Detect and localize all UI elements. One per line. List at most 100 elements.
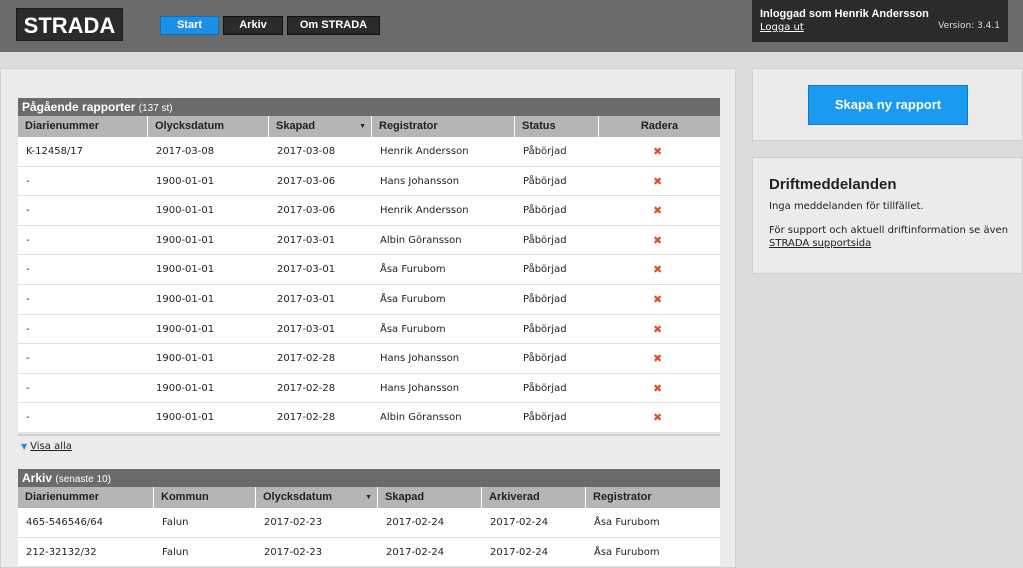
cell-registrator: Åsa Furubom: [380, 323, 446, 335]
delete-icon[interactable]: ✖: [653, 403, 662, 432]
main-panel: Pågående rapporter (137 st) Diarienummer…: [0, 68, 736, 568]
col-skapad-label: Skapad: [276, 120, 316, 132]
archive-col-olycksdatum-label: Olycksdatum: [263, 491, 333, 503]
cell-diarienummer: -: [26, 175, 30, 187]
cell-registrator: Albin Göransson: [380, 234, 462, 246]
delete-icon[interactable]: ✖: [653, 344, 662, 373]
table-row[interactable]: - 1900-01-01 2017-03-01 Åsa Furubom Påbörjad…: [18, 314, 720, 345]
cell-diarienummer: -: [26, 323, 30, 335]
strada-logo: STRADA: [16, 8, 123, 41]
col-olycksdatum[interactable]: Olycksdatum: [148, 116, 269, 137]
delete-icon[interactable]: ✖: [653, 374, 662, 403]
nav-om-strada[interactable]: Om STRADA: [287, 16, 380, 35]
archive-col-registrator[interactable]: Registrator: [586, 487, 720, 508]
nav-start[interactable]: Start: [160, 16, 219, 35]
archive-col-diarienummer[interactable]: Diarienummer: [18, 487, 154, 508]
archive-cell-kommun: Falun: [162, 546, 189, 558]
delete-icon[interactable]: ✖: [653, 315, 662, 344]
top-header: STRADA Start Arkiv Om STRADA Inloggad so…: [0, 0, 1023, 52]
cell-diarienummer: K-12458/17: [26, 146, 84, 157]
archive-title-text: Arkiv: [22, 471, 53, 485]
cell-status: Påbörjad: [523, 205, 567, 217]
table-row[interactable]: - 1900-01-01 2017-02-28 Hans Johansson Påbör…: [18, 344, 720, 374]
cell-registrator: Åsa Furubom: [380, 264, 446, 276]
table-row[interactable]: - 1900-01-01 2017-03-06 Hans Johansson Påbör…: [18, 166, 720, 197]
cell-skapad: 2017-03-01: [277, 323, 336, 335]
support-text: För support och aktuell driftinformation…: [769, 224, 1014, 250]
col-status[interactable]: Status: [515, 116, 599, 137]
table-row[interactable]: - 1900-01-01 2017-02-28 Hans Johansson Påbör…: [18, 373, 720, 404]
table-row[interactable]: - 1900-01-01 2017-03-01 Åsa Furubom Påbörjad…: [18, 284, 720, 315]
col-radera: Radera: [640, 120, 679, 132]
table-row[interactable]: - 1900-01-01 2017-03-01 Albin Göransson Påbö…: [18, 225, 720, 256]
cell-skapad: 2017-03-01: [277, 234, 336, 246]
archive-rows: 465-546546/64 Falun 2017-02-23 2017-02-24 20…: [18, 508, 720, 568]
archive-col-skapad[interactable]: Skapad: [378, 487, 482, 508]
archive-col-kommun[interactable]: Kommun: [154, 487, 256, 508]
delete-icon[interactable]: ✖: [653, 196, 662, 225]
table-row[interactable]: K-12458/17 2017-03-08 2017-03-08 Henrik And…: [18, 137, 720, 167]
cell-diarienummer: -: [26, 264, 30, 276]
cell-registrator: Hans Johansson: [380, 175, 460, 187]
cell-registrator: Henrik Andersson: [380, 205, 469, 217]
cell-olycksdatum: 1900-01-01: [156, 205, 215, 217]
cell-skapad: 2017-02-28: [277, 382, 336, 394]
archive-cell-olycksdatum: 2017-02-23: [264, 546, 323, 558]
delete-icon[interactable]: ✖: [653, 167, 662, 196]
archive-cell-olycksdatum: 2017-02-23: [264, 517, 323, 528]
archive-cell-arkiverad: 2017-02-24: [490, 517, 549, 528]
cell-skapad: 2017-03-01: [277, 264, 336, 276]
table-row[interactable]: - 1900-01-01 2017-02-28 Albin Göransson Påbö…: [18, 403, 720, 433]
cell-skapad: 2017-03-08: [277, 146, 336, 157]
table-row[interactable]: - 1900-01-01 2017-03-01 Åsa Furubom Påbörjad…: [18, 255, 720, 285]
archive-col-olycksdatum[interactable]: Olycksdatum ▼: [256, 487, 378, 508]
archive-cell-skapad: 2017-02-24: [386, 517, 445, 528]
create-report-panel: Skapa ny rapport: [752, 68, 1023, 141]
cell-diarienummer: -: [26, 205, 30, 217]
cell-status: Påbörjad: [523, 146, 567, 157]
cell-diarienummer: -: [26, 234, 30, 246]
archive-title: Arkiv (senaste 10): [18, 469, 720, 487]
archive-row[interactable]: 465-546546/64 Falun 2017-02-23 2017-02-24 20…: [18, 508, 720, 538]
archive-row[interactable]: 212-32132/32 Falun 2017-02-23 2017-02-24 201…: [18, 537, 720, 568]
archive-cell-registrator: Åsa Furubom: [594, 546, 660, 558]
version-label: Version: 3.4.1: [938, 21, 1000, 31]
ongoing-table-header: Diarienummer Olycksdatum Skapad ▼ Regist…: [18, 116, 720, 137]
cell-skapad: 2017-02-28: [277, 412, 336, 424]
delete-icon[interactable]: ✖: [653, 226, 662, 255]
table-bottom-divider: [18, 434, 720, 436]
nav-arkiv[interactable]: Arkiv: [223, 16, 283, 35]
delete-icon[interactable]: ✖: [653, 137, 662, 166]
drift-messages-panel: Driftmeddelanden Inga meddelanden för ti…: [752, 157, 1023, 274]
create-report-button[interactable]: Skapa ny rapport: [808, 85, 968, 125]
cell-olycksdatum: 1900-01-01: [156, 175, 215, 187]
cell-olycksdatum: 1900-01-01: [156, 293, 215, 305]
ongoing-rows: K-12458/17 2017-03-08 2017-03-08 Henrik And…: [18, 137, 720, 433]
cell-diarienummer: -: [26, 353, 30, 365]
table-row[interactable]: - 1900-01-01 2017-03-06 Henrik Andersson Påb…: [18, 196, 720, 226]
ongoing-title-text: Pågående rapporter: [22, 100, 136, 114]
archive-table-header: Diarienummer Kommun Olycksdatum ▼ Skapad…: [18, 487, 720, 508]
col-diarienummer[interactable]: Diarienummer: [18, 116, 148, 137]
cell-olycksdatum: 1900-01-01: [156, 323, 215, 335]
show-all-label: Visa alla: [30, 441, 72, 452]
col-skapad[interactable]: Skapad ▼: [269, 116, 372, 137]
drift-message: Inga meddelanden för tillfället.: [769, 201, 924, 212]
cell-status: Påbörjad: [523, 382, 567, 394]
cell-registrator: Henrik Andersson: [380, 146, 469, 157]
show-all-link[interactable]: ▼ Visa alla: [21, 441, 72, 452]
delete-icon[interactable]: ✖: [653, 255, 662, 284]
cell-olycksdatum: 2017-03-08: [156, 146, 215, 157]
logged-in-user: Inloggad som Henrik Andersson: [760, 8, 929, 20]
cell-registrator: Albin Göransson: [380, 412, 462, 424]
cell-skapad: 2017-02-28: [277, 353, 336, 365]
support-link[interactable]: STRADA supportsida: [769, 238, 871, 249]
archive-col-arkiverad[interactable]: Arkiverad: [482, 487, 586, 508]
user-box: Inloggad som Henrik Andersson Logga ut V…: [752, 0, 1008, 42]
logout-link[interactable]: Logga ut: [760, 22, 804, 33]
delete-icon[interactable]: ✖: [653, 285, 662, 314]
cell-olycksdatum: 1900-01-01: [156, 264, 215, 276]
col-registrator[interactable]: Registrator: [372, 116, 515, 137]
drift-title: Driftmeddelanden: [769, 176, 897, 193]
cell-diarienummer: -: [26, 412, 30, 424]
